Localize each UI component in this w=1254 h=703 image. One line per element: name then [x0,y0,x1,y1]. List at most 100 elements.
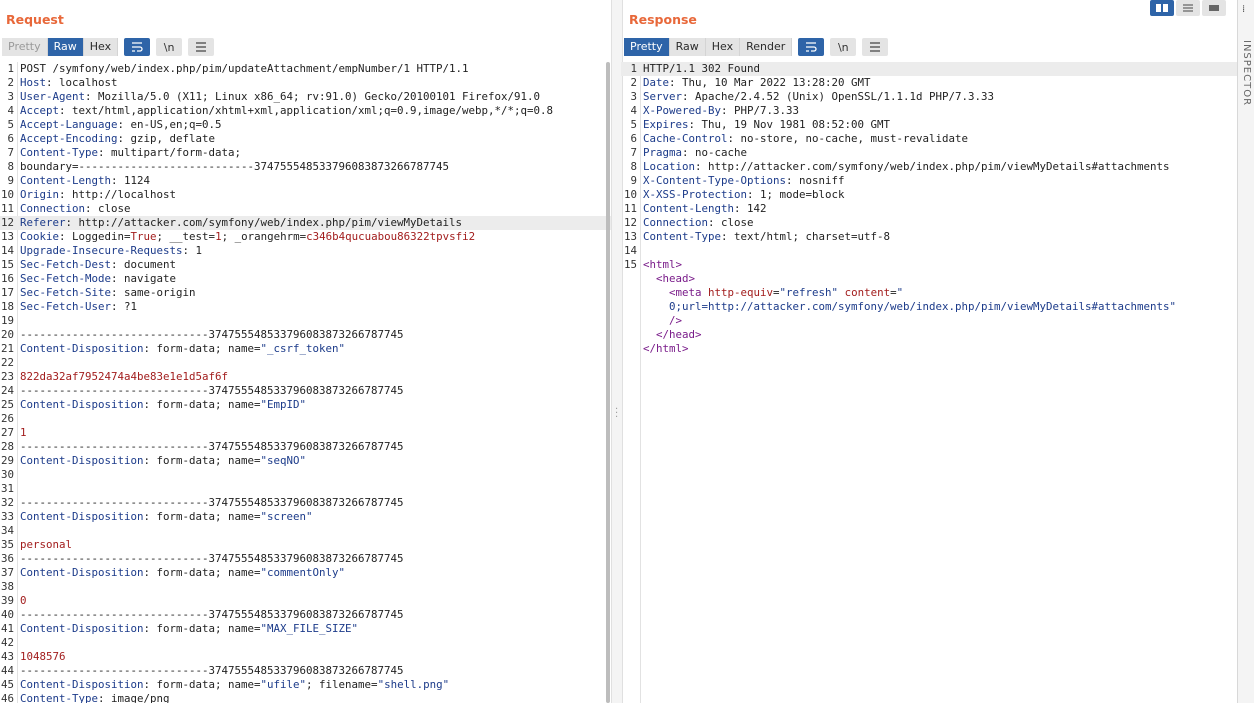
token: Accept-Encoding [20,132,118,145]
response-tab-pretty[interactable]: Pretty [624,38,670,56]
request-editor[interactable]: 1 POST /symfony/web/index.php/pim/updateA… [0,62,611,703]
request-line: 39 0 [0,594,611,608]
line-content: Pragma: no-cache [643,146,747,160]
response-editor[interactable]: 1 HTTP/1.1 302 Found 2 Date: Thu, 10 Mar 20… [621,62,1238,703]
line-number: 14 [0,244,14,257]
line-number: 39 [0,594,14,607]
line-number: 23 [0,370,14,383]
token: Sec-Fetch-Dest [20,258,112,271]
token: Date [643,76,670,89]
line-number: 21 [0,342,14,355]
layout-side-by-side-button[interactable] [1150,0,1174,16]
request-title: Request [6,12,64,27]
request-tab-hex[interactable]: Hex [83,38,119,56]
request-line: 15 Sec-Fetch-Dest: document [0,258,611,272]
line-number: 43 [0,650,14,663]
line-content: X-Content-Type-Options: nosniff [643,174,845,188]
wrap-lines-toggle[interactable] [798,38,825,56]
line-number: 4 [7,104,14,117]
request-tab-pretty[interactable]: Pretty [2,38,48,56]
line-content: Sec-Fetch-Site: same-origin [20,286,196,300]
token: : Loggedin= [59,230,131,243]
line-content: Content-Length: 1124 [20,174,150,188]
response-pane: Response Pretty Raw Hex Render \n 1 HTTP/1.1… [621,0,1238,703]
token: "EmpID" [260,398,307,411]
show-newlines-toggle[interactable]: \n [830,38,857,56]
token: Content-Disposition [20,398,144,411]
token: personal [20,538,73,551]
response-menu-button[interactable] [862,38,889,56]
line-content: Referer: http://attacker.com/symfony/web… [20,216,462,230]
line-content: /> [643,314,682,328]
request-line: 28 -----------------------------374755548… [0,440,611,454]
token: "commentOnly" [260,566,346,579]
line-number: 19 [0,314,14,327]
line-content: Location: http://attacker.com/symfony/we… [643,160,1170,174]
inspector-label: INSPECTOR [1241,40,1252,107]
line-number: 10 [623,188,637,201]
response-line: 5 Expires: Thu, 19 Nov 1981 08:52:00 GMT [621,118,1238,132]
request-tab-raw[interactable]: Raw [47,38,84,56]
token: content [838,286,891,299]
token: X-XSS-Protection [643,188,748,201]
response-line: 10 X-XSS-Protection: 1; mode=block [621,188,1238,202]
line-number: 4 [630,104,637,117]
token: : gzip, deflate [117,132,216,145]
response-tab-hex[interactable]: Hex [705,38,741,56]
request-line: 20 -----------------------------374755548… [0,328,611,342]
request-menu-button[interactable] [188,38,215,56]
line-number: 31 [0,482,14,495]
token: : form-data; name= [143,510,261,523]
token: Content-Disposition [20,566,144,579]
line-content: Content-Disposition: form-data; name="MA… [20,622,358,636]
token: : 1124 [111,174,151,187]
line-content: -----------------------------37475554853… [20,328,404,342]
show-newlines-toggle[interactable]: \n [156,38,183,56]
request-toolbar: Pretty Raw Hex \n [2,38,215,56]
request-lines: 1 POST /symfony/web/index.php/pim/updateA… [0,62,611,703]
line-number: 28 [0,440,14,453]
line-content: -----------------------------37475554853… [20,384,404,398]
wrap-lines-toggle[interactable] [124,38,151,56]
request-line: 30 [0,468,611,482]
token: boundary=---------------------------3747… [20,160,450,173]
token: HTTP/1.1 302 Found [643,62,761,75]
token: ; filename= [306,678,378,691]
layout-stacked-button[interactable] [1176,0,1200,16]
line-number: 45 [0,678,14,691]
response-line: 9 X-Content-Type-Options: nosniff [621,174,1238,188]
request-line: 2 Host: localhost [0,76,611,90]
token: : no-store, no-cache, must-revalidate [727,132,969,145]
response-tab-render[interactable]: Render [740,38,793,56]
inspector-toggle-icon[interactable]: ⁞ [1242,4,1245,15]
line-content: Content-Disposition: form-data; name="se… [20,454,306,468]
inspector-sidebar[interactable]: ⁞ INSPECTOR [1237,0,1254,703]
request-line: 34 [0,524,611,538]
line-content: 822da32af7952474a4be83e1e1d5af6f [20,370,228,384]
line-content: Host: localhost [20,76,118,90]
request-line: 40 -----------------------------374755548… [0,608,611,622]
line-number: 11 [0,202,14,215]
line-number: 3 [7,90,14,103]
response-tab-raw[interactable]: Raw [669,38,706,56]
request-scrollbar[interactable] [606,62,610,703]
token: -----------------------------37475554853… [20,328,404,341]
line-number: 42 [0,636,14,649]
wrap-icon [806,42,817,52]
token: Host [20,76,47,89]
single-pane-icon [1209,5,1219,11]
request-line: 14 Upgrade-Insecure-Requests: 1 [0,244,611,258]
columns-icon [1156,4,1168,12]
token: -----------------------------37475554853… [20,384,404,397]
response-line: 13 Content-Type: text/html; charset=utf-8 [621,230,1238,244]
hamburger-icon [870,42,881,52]
line-content: Connection: close [643,216,754,230]
token: Content-Type [20,692,99,703]
request-line: 13 Cookie: Loggedin=True; __test=1; _oran… [0,230,611,244]
token: Sec-Fetch-Mode [20,272,112,285]
response-lines: 1 HTTP/1.1 302 Found 2 Date: Thu, 10 Mar 20… [621,62,1238,356]
line-number: 37 [0,566,14,579]
response-line: <meta http-equiv="refresh" content=" [621,286,1238,300]
token: Accept [20,104,60,117]
layout-single-button[interactable] [1202,0,1226,16]
